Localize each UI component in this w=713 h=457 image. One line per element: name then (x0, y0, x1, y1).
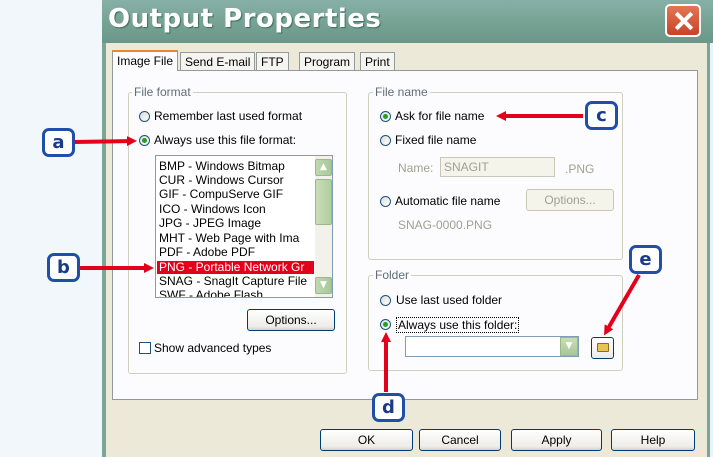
annotation-arrows (72, 111, 641, 392)
tab-image-file[interactable]: Image File (112, 50, 179, 71)
arrow-e (603, 273, 641, 336)
callout-c: c (585, 101, 618, 130)
arrow-a (72, 136, 137, 147)
callout-d: d (372, 393, 405, 422)
callout-a: a (42, 128, 75, 157)
callout-b: b (47, 253, 80, 282)
callout-e: e (629, 245, 662, 274)
